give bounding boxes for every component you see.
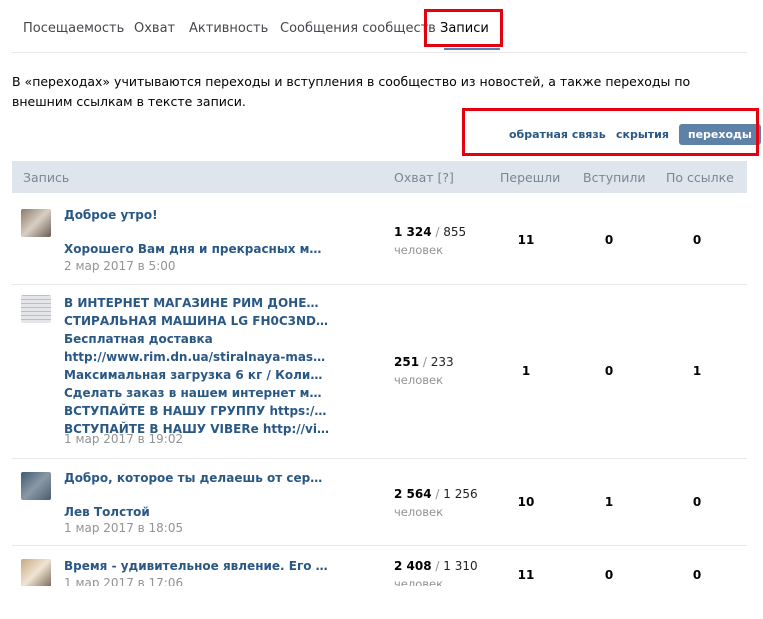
post-thumbnail[interactable] <box>21 472 51 500</box>
tab-activity[interactable]: Активность <box>189 21 268 36</box>
post-text-line[interactable]: http://www.rim.dn.ua/stiralnaya-mashina-… <box>64 348 329 366</box>
post-text-line[interactable]: Сделать заказ в нашем интернет магазине … <box>64 384 329 402</box>
tab-reach[interactable]: Охват <box>134 21 175 36</box>
reach-value: 2 564 / 1 256 <box>394 487 478 501</box>
joined-value: 0 <box>604 568 614 582</box>
reach-value: 1 324 / 855 <box>394 225 467 239</box>
post-title[interactable]: Добро, которое ты делаешь от сердца, ты … <box>64 469 329 487</box>
post-text-line[interactable]: Бесплатная доставка <box>64 330 329 348</box>
post-date[interactable]: 2 мар 2017 в 5:00 <box>64 259 175 273</box>
active-tab-underline <box>444 48 500 50</box>
col-post: Запись <box>23 170 70 185</box>
col-reach[interactable]: Охват [?] <box>394 170 454 185</box>
col-by-link: По ссылке <box>666 170 734 185</box>
table-row: Доброе утро! Хорошего Вам дня и прекрасн… <box>12 193 747 285</box>
reach-unit: человек <box>394 373 444 387</box>
post-text-line[interactable]: СТИРАЛЬНАЯ МАШИНА LG FH0C3ND 20999,... <box>64 312 329 330</box>
tab-community-messages[interactable]: Сообщения сообществ <box>280 21 436 36</box>
table-row: Время - удивительное явление. Его так ма… <box>12 546 747 586</box>
reach-unit: человек <box>394 243 444 257</box>
post-text-line[interactable]: Максимальная загрузка 6 кг / Количество … <box>64 366 329 384</box>
by-link-value: 0 <box>692 233 702 247</box>
post-text-line[interactable]: Хорошего Вам дня и прекрасных мыслей! <box>64 240 329 258</box>
col-went: Перешли <box>500 170 561 185</box>
went-value: 11 <box>517 568 535 582</box>
post-text-line[interactable]: Лев Толстой <box>64 503 329 521</box>
reach-unit: человек <box>394 505 444 519</box>
post-date[interactable]: 1 мар 2017 в 18:05 <box>64 521 183 535</box>
table-header: Запись Охват [?] Перешли Вступили По ссы… <box>12 161 747 193</box>
went-value: 10 <box>517 495 535 509</box>
post-title[interactable]: Доброе утро! <box>64 206 329 224</box>
by-link-value: 1 <box>692 364 702 378</box>
tab-attendance[interactable]: Посещаемость <box>23 21 124 36</box>
reach-value: 2 408 / 1 310 <box>394 559 478 573</box>
joined-value: 0 <box>604 233 614 247</box>
reach-unit: человек <box>394 577 444 586</box>
info-text: В «переходах» учитываются переходы и вст… <box>12 74 691 109</box>
table-row: В ИНТЕРНЕТ МАГАЗИНЕ РИМ ДОНЕЦКЕ 👍 h... С… <box>12 285 747 459</box>
post-title[interactable]: В ИНТЕРНЕТ МАГАЗИНЕ РИМ ДОНЕЦКЕ 👍 h... <box>64 294 329 312</box>
by-link-value: 0 <box>692 495 702 509</box>
went-value: 11 <box>517 233 535 247</box>
went-value: 1 <box>521 364 531 378</box>
post-date[interactable]: 1 мар 2017 в 19:02 <box>64 432 183 446</box>
post-date[interactable]: 1 мар 2017 в 17:06 <box>64 576 183 586</box>
joined-value: 0 <box>604 364 614 378</box>
post-title[interactable]: Время - удивительное явление. Его так ма… <box>64 557 329 575</box>
post-thumbnail[interactable] <box>21 559 51 586</box>
table-row: Добро, которое ты делаешь от сердца, ты … <box>12 459 747 546</box>
highlight-box-posts-tab <box>424 9 503 47</box>
post-text-line[interactable]: ВСТУПАЙТЕ В НАШУ ГРУППУ https://vk.com..… <box>64 402 329 420</box>
col-joined: Вступили <box>583 170 646 185</box>
joined-value: 1 <box>604 495 614 509</box>
post-thumbnail[interactable] <box>21 295 51 323</box>
post-thumbnail[interactable] <box>21 209 51 237</box>
reach-value: 251 / 233 <box>394 355 454 369</box>
highlight-box-filters <box>462 108 759 156</box>
stats-tabs: Посещаемость Охват Активность Сообщения … <box>12 0 747 53</box>
by-link-value: 0 <box>692 568 702 582</box>
